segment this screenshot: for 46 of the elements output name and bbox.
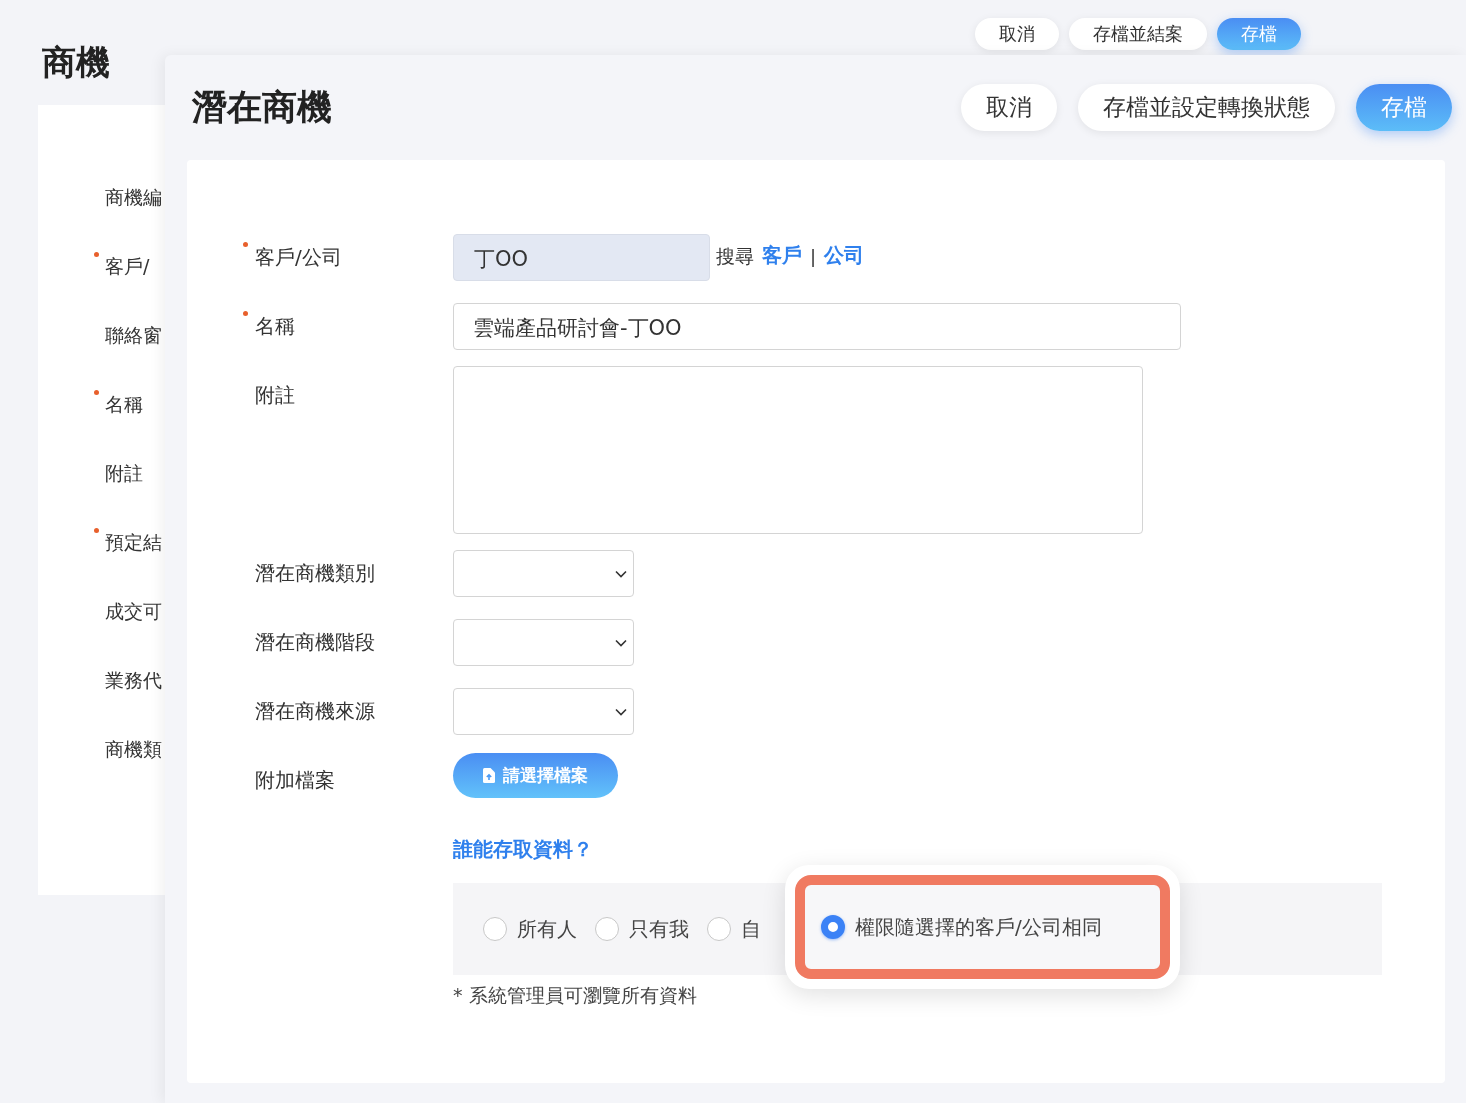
page-title: 商機 [42,41,111,84]
radio-button[interactable] [707,917,731,941]
search-label: 搜尋 [716,244,754,269]
field-label: 成交可 [105,600,162,622]
radio-option[interactable]: 所有人 [483,915,577,943]
field-label: 預定結 [105,531,162,553]
separator-text: | [810,246,817,267]
field-label: 業務代 [105,669,162,691]
radio-option[interactable]: 只有我 [595,915,689,943]
radio-button[interactable] [821,915,845,939]
action-button[interactable]: 存檔並設定轉換狀態 [1078,84,1335,131]
field-label: 附註 [255,383,295,407]
dropdown-field[interactable] [453,550,634,597]
action-button[interactable]: 存檔並結案 [1069,18,1207,50]
field-label: 客戶/公司 [255,245,342,269]
file-upload-icon [483,768,495,783]
chevron-down-icon [615,639,627,647]
search-link[interactable]: 公司 [824,242,865,269]
field-label: 潛在商機類別 [255,561,375,585]
radio-button[interactable] [483,917,507,941]
dropdown-field[interactable] [453,619,634,666]
chevron-down-icon [615,570,627,578]
chevron-down-icon [615,708,627,716]
field-label: 名稱 [255,314,295,338]
field-label: 附加檔案 [255,768,335,792]
field-label: 商機類 [105,738,162,760]
field-label: 商機編 [105,186,162,208]
dropdown-field[interactable] [453,688,634,735]
field-label: 聯絡窗 [105,324,162,346]
field-label: 名稱 [105,393,143,415]
radio-option[interactable]: 權限隨選擇的客戶/公司相同 [821,913,1102,941]
radio-button[interactable] [595,917,619,941]
notes-input-field[interactable] [453,366,1143,534]
search-link[interactable]: 客戶 [762,242,802,269]
radio-option[interactable]: 自 [707,915,761,943]
action-button[interactable]: 取消 [975,18,1059,50]
access-help-link[interactable]: 誰能存取資料？ [453,836,593,863]
field-label: 客戶/ [105,255,150,277]
customer-field[interactable]: 丁OO [453,234,710,281]
admin-note: * 系統管理員可瀏覽所有資料 [453,983,698,1008]
name-input-field[interactable]: 雲端產品研討會-丁OO [453,303,1181,350]
field-label: 潛在商機階段 [255,630,375,654]
action-button[interactable]: 取消 [961,84,1057,131]
field-label: 附註 [105,462,143,484]
dialog-title: 潛在商機 [192,86,332,129]
field-label: 潛在商機來源 [255,699,375,723]
